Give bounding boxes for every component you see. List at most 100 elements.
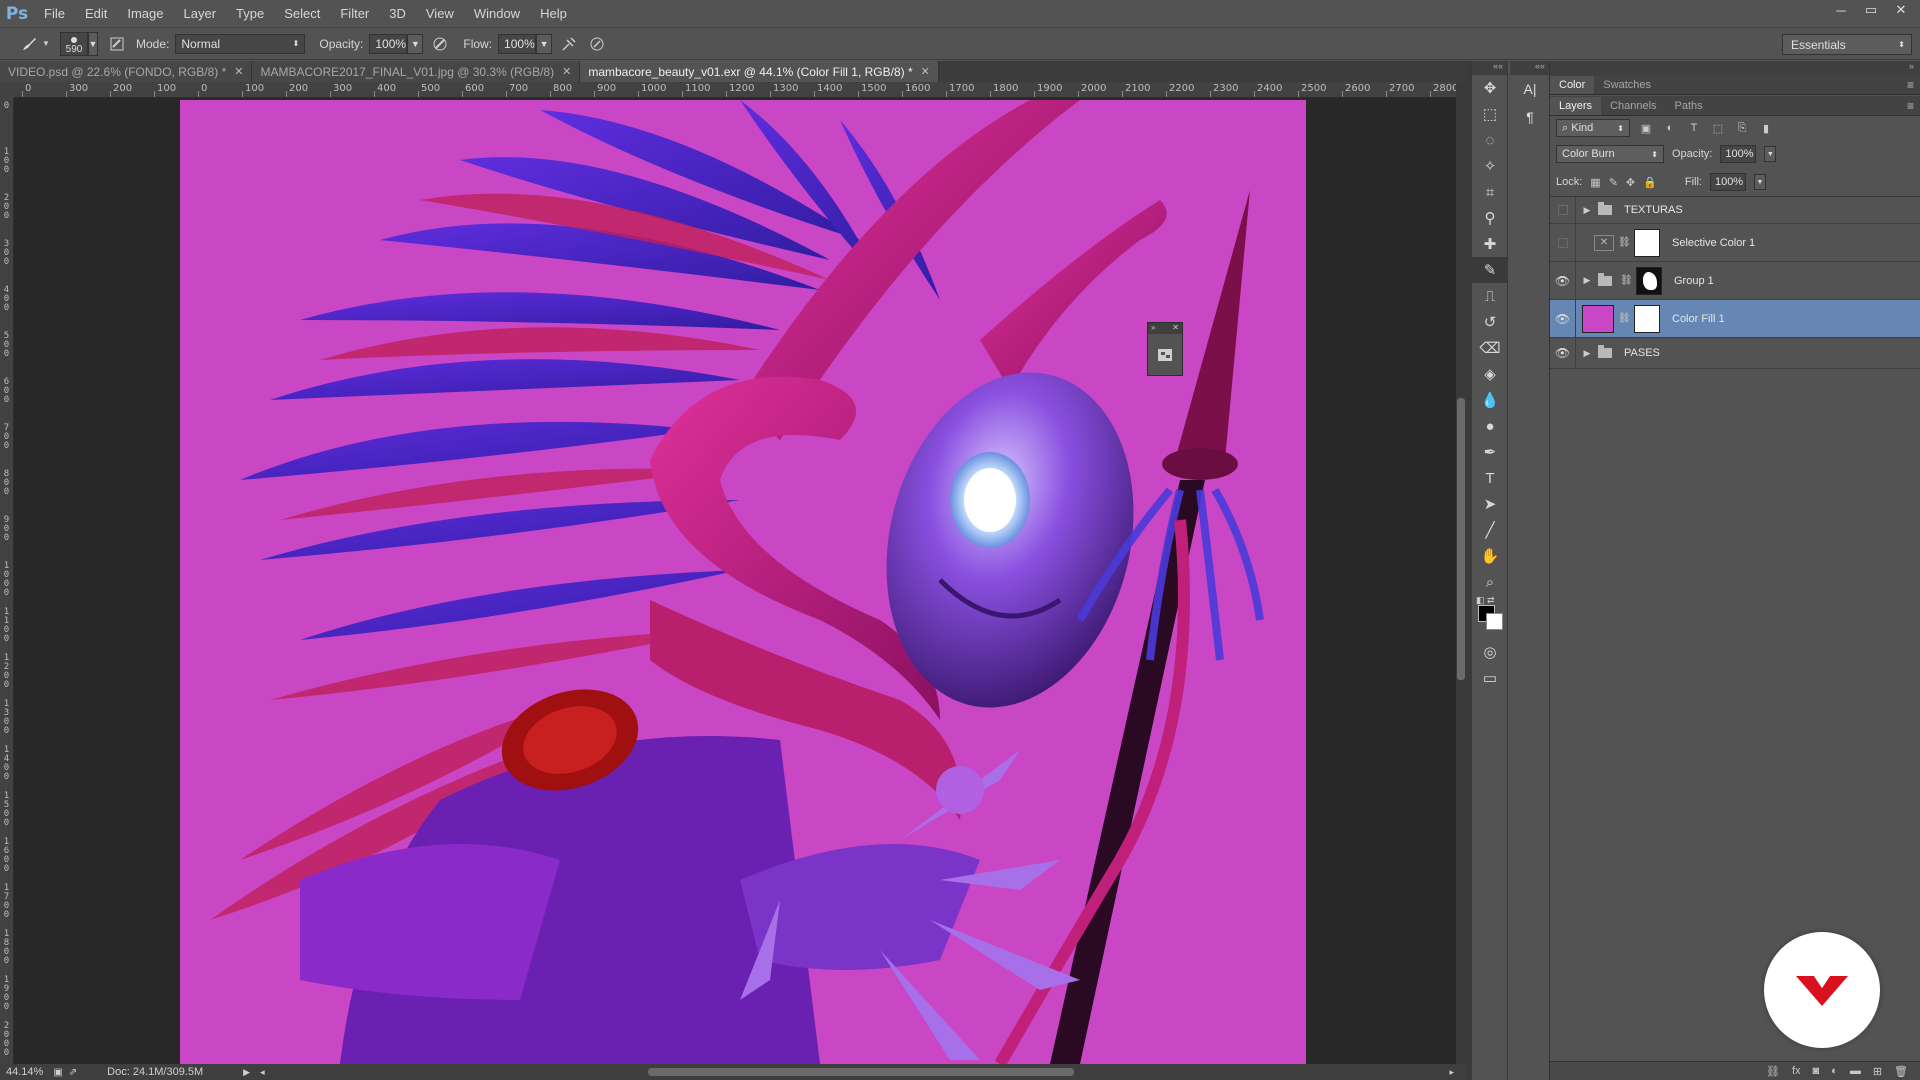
layer-row-pases[interactable]: 👁 ▶ PASES [1550,338,1920,369]
workspace-switcher[interactable]: Essentials ⬍ [1782,34,1912,55]
type-tool-icon[interactable]: T [1472,465,1508,491]
visibility-toggle[interactable] [1550,224,1576,261]
expand-arrow-icon[interactable]: ▶ [1580,348,1594,359]
history-brush-tool-icon[interactable]: ↺ [1472,309,1508,335]
path-selection-tool-icon[interactable]: ➤ [1472,491,1508,517]
marquee-tool-icon[interactable]: ⬚ [1472,101,1508,127]
horizontal-scroll-thumb[interactable] [648,1068,1074,1076]
new-layer-icon[interactable]: ⊞ [1873,1065,1882,1078]
link-icon[interactable]: ⛓ [1618,237,1631,248]
ruler-origin[interactable] [0,82,14,98]
lasso-tool-icon[interactable]: ◌ [1472,127,1508,153]
menu-type[interactable]: Type [226,0,274,27]
pressure-size-icon[interactable] [586,33,608,55]
lock-position-icon[interactable]: ✥ [1626,176,1635,189]
delete-layer-icon[interactable]: 🗑 [1894,1065,1908,1078]
collapse-arrows-icon[interactable]: » [1151,323,1155,334]
hand-tool-icon[interactable]: ✋ [1472,543,1508,569]
pressure-opacity-icon[interactable] [429,33,451,55]
background-color[interactable] [1486,613,1503,630]
scroll-right-icon[interactable]: ▸ [1449,1067,1454,1078]
layer-mask-thumbnail[interactable] [1634,304,1660,333]
tool-preset-dropdown-icon[interactable]: ▼ [40,33,52,55]
tab-channels[interactable]: Channels [1601,97,1665,115]
paint-bucket-tool-icon[interactable]: ◈ [1472,361,1508,387]
screen-mode-icon[interactable]: ▭ [1472,665,1508,691]
menu-filter[interactable]: Filter [330,0,379,27]
close-icon[interactable]: ✕ [1172,323,1179,334]
brush-tool-preset-icon[interactable] [18,33,40,55]
tab-mambacore-final[interactable]: MAMBACORE2017_FINAL_V01.jpg @ 30.3% (RGB… [252,61,581,82]
tab-paths[interactable]: Paths [1666,97,1712,115]
visibility-toggle[interactable] [1550,197,1576,223]
panel-menu-icon[interactable]: ≡ [1901,99,1920,113]
link-layers-icon[interactable]: ⛓ [1766,1065,1780,1078]
tab-mambacore-beauty[interactable]: mambacore_beauty_v01.exr @ 44.1% (Color … [580,61,939,82]
filter-toggle-icon[interactable]: ▮ [1758,120,1774,136]
vertical-scrollbar[interactable] [1456,82,1466,1064]
menu-layer[interactable]: Layer [174,0,227,27]
restore-button[interactable]: ▭ [1858,0,1884,20]
layer-filter-kind-select[interactable]: ⌕ Kind ⬍ [1556,119,1630,137]
floating-mini-panel[interactable]: » ✕ [1147,322,1183,376]
status-menu-arrow-icon[interactable]: ▶ [243,1067,250,1078]
layer-row-color-fill-1[interactable]: 👁 ⛓ Color Fill 1 [1550,300,1920,338]
adjustment-filter-icon[interactable]: ◐ [1662,120,1678,136]
vertical-scroll-thumb[interactable] [1457,398,1465,680]
zoom-tool-icon[interactable]: ⌕ [1472,569,1508,595]
new-adjustment-icon[interactable]: ◐ [1831,1065,1838,1077]
quick-mask-icon[interactable]: ◎ [1472,639,1508,665]
menu-3d[interactable]: 3D [379,0,416,27]
pen-tool-icon[interactable]: ✒ [1472,439,1508,465]
brush-picker-dropdown[interactable]: ▼ [88,31,98,56]
crop-tool-icon[interactable]: ⌗ [1472,179,1508,205]
fill-thumbnail[interactable] [1582,304,1614,333]
dock-collapse-icon[interactable]: » [1550,61,1920,75]
tab-swatches[interactable]: Swatches [1594,76,1660,94]
dodge-tool-icon[interactable]: ● [1472,413,1508,439]
visibility-toggle[interactable]: 👁 [1550,300,1576,337]
scroll-left-icon[interactable]: ◂ [260,1067,265,1078]
eraser-tool-icon[interactable]: ⌫ [1472,335,1508,361]
flow-input[interactable]: 100% [498,33,537,54]
expand-arrow-icon[interactable]: ▶ [1580,205,1594,216]
close-icon[interactable]: ✕ [921,65,930,78]
close-icon[interactable]: ✕ [234,65,243,78]
menu-edit[interactable]: Edit [75,0,117,27]
panel-icon[interactable] [1148,334,1182,375]
pixel-filter-icon[interactable]: ▣ [1638,120,1654,136]
shape-filter-icon[interactable]: ⬚ [1710,120,1726,136]
expand-arrow-icon[interactable]: ▶ [1580,275,1594,286]
paragraph-panel-icon[interactable]: ¶ [1510,103,1550,131]
move-tool-icon[interactable]: ✥ [1472,75,1508,101]
blend-mode-select[interactable]: Color Burn ⬍ [1556,145,1664,163]
layer-mask-thumbnail[interactable] [1634,228,1660,257]
type-filter-icon[interactable]: T [1686,120,1702,136]
strip-collapse-icon[interactable]: «« [1510,61,1549,75]
brush-size-picker[interactable]: 590 [60,31,88,56]
layer-row-group-1[interactable]: 👁 ▶ ⛓ Group 1 [1550,262,1920,300]
document-canvas[interactable] [180,100,1306,1064]
layer-opacity-input[interactable]: 100% [1720,145,1757,163]
tab-layers[interactable]: Layers [1550,97,1602,115]
fill-dropdown[interactable]: ▼ [1753,174,1766,190]
menu-view[interactable]: View [416,0,464,27]
new-group-icon[interactable]: ▬ [1850,1065,1861,1077]
canvas-area[interactable]: » ✕ [14,98,1456,1064]
link-icon[interactable]: ⛓ [1618,313,1631,324]
visibility-toggle[interactable]: 👁 [1550,338,1576,368]
line-tool-icon[interactable]: ╱ [1472,517,1508,543]
brush-tool-icon[interactable]: ✎ [1472,257,1508,283]
close-button[interactable]: ✕ [1888,0,1914,20]
toolbox-collapse-icon[interactable]: «« [1472,61,1507,75]
panel-menu-icon[interactable]: ≡ [1901,78,1920,92]
floating-panel-header[interactable]: » ✕ [1148,323,1182,334]
vertical-ruler[interactable]: 0 1 0 0 2 0 0 3 0 0 4 0 0 5 0 0 6 0 0 7 0 0 8 0 … [0,98,14,1064]
layer-row-texturas[interactable]: ▶ TEXTURAS [1550,197,1920,224]
tab-video-psd[interactable]: VIDEO.psd @ 22.6% (FONDO, RGB/8) * ✕ [0,61,253,82]
menu-select[interactable]: Select [274,0,330,27]
flow-dropdown[interactable]: ▼ [536,33,553,54]
lock-all-icon[interactable]: 🔒 [1643,176,1657,189]
opacity-dropdown[interactable]: ▼ [407,33,424,54]
menu-file[interactable]: File [34,0,75,27]
